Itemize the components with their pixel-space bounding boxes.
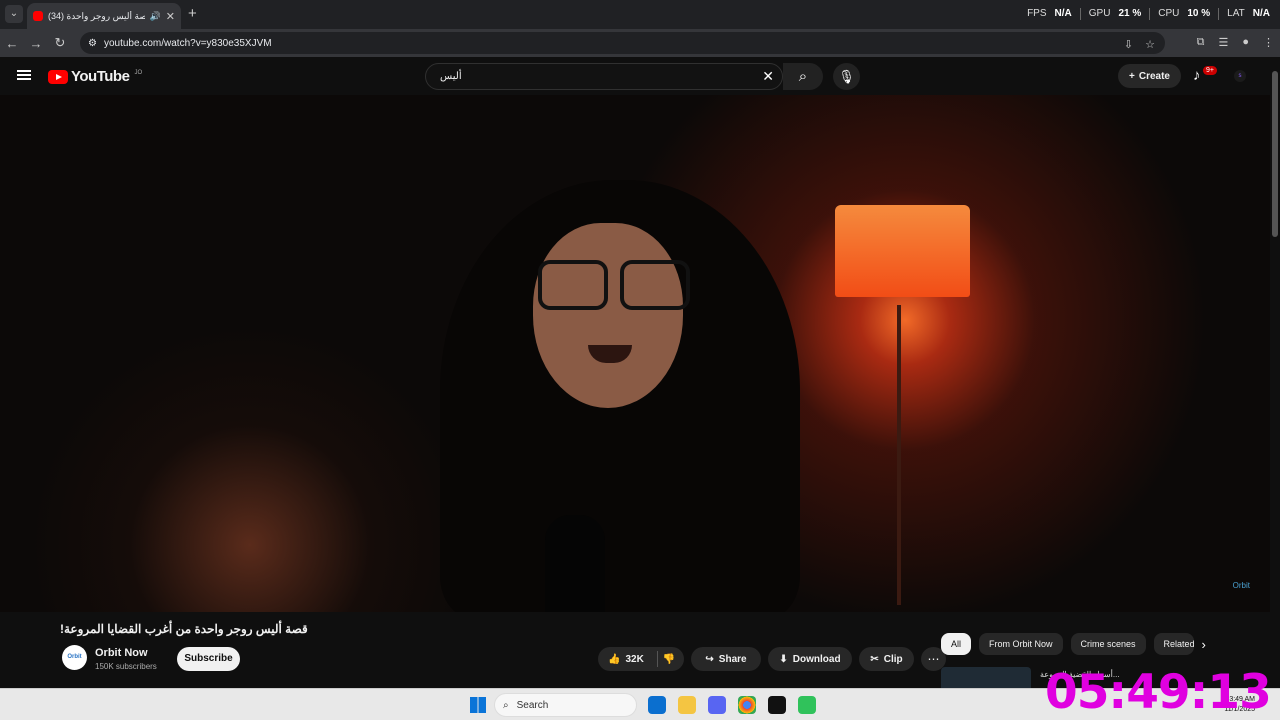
account-avatar[interactable]: s (1234, 70, 1246, 82)
audio-playing-icon[interactable]: 🔊 (150, 11, 161, 22)
country-code: JO (134, 69, 143, 76)
channel-avatar[interactable]: Orbit (62, 645, 87, 670)
cpu-value: 10 % (1187, 8, 1211, 19)
search-button[interactable]: ⌕ (783, 63, 823, 90)
overlay-clock: 05:49:13 (1045, 665, 1272, 720)
plus-icon: + (1129, 70, 1135, 82)
site-info-icon[interactable]: ⚙ (88, 38, 97, 49)
install-app-icon[interactable]: ⇩ (1124, 38, 1133, 51)
presenter-image (360, 155, 900, 612)
terminal-icon[interactable] (768, 696, 786, 714)
reading-list-icon[interactable]: ☰ (1218, 36, 1228, 49)
share-label: Share (718, 653, 747, 665)
clip-button[interactable]: ✂ Clip (859, 647, 914, 671)
notification-badge: 9+ (1203, 66, 1217, 75)
chip-related[interactable]: Related (1153, 633, 1194, 655)
subscriber-count: 150K subscribers (95, 662, 157, 671)
thumbs-up-icon: 👍 (608, 653, 621, 665)
address-bar[interactable]: ⚙ youtube.com/watch?v=y830e35XJVM ⇩ ☆ (80, 32, 1165, 54)
chip-from-orbit-now[interactable]: From Orbit Now (979, 633, 1063, 655)
tab-title: (34) قصة أليس روجر واحدة ... (48, 10, 145, 21)
menu-icon[interactable] (17, 70, 31, 80)
taskbar-apps (648, 696, 816, 714)
forward-icon[interactable]: → (24, 36, 48, 51)
channel-name[interactable]: Orbit Now (95, 647, 148, 659)
search-input[interactable]: أليس ✕ (425, 63, 783, 90)
download-button[interactable]: ⬇ Download (768, 647, 852, 671)
chevron-right-icon[interactable]: › (1202, 637, 1206, 652)
notifications-bell-icon[interactable]: ♪ (1193, 67, 1201, 84)
cpu-label: CPU (1158, 8, 1180, 19)
file-explorer-icon[interactable] (678, 696, 696, 714)
new-tab-button[interactable]: + (188, 5, 197, 22)
extensions-icon[interactable]: ⧉ (1197, 36, 1205, 49)
share-icon: ↪ (705, 653, 714, 665)
windows-start-icon[interactable] (470, 697, 486, 713)
like-count: 32K (625, 653, 644, 665)
active-tab[interactable]: (34) قصة أليس روجر واحدة ... 🔊 ✕ (27, 3, 181, 29)
share-button[interactable]: ↪ Share (691, 647, 761, 671)
performance-overlay: FPS N/A GPU 21 % CPU 10 % LAT N/A (1027, 8, 1270, 20)
close-tab-icon[interactable]: ✕ (166, 10, 175, 23)
browser-tab-strip: ⌄ (34) قصة أليس روجر واحدة ... 🔊 ✕ + FPS… (0, 0, 1280, 29)
search-value: أليس (440, 71, 462, 82)
clip-label: Clip (883, 653, 903, 665)
scrollbar-thumb[interactable] (1272, 71, 1278, 237)
search-icon: ⌕ (503, 699, 509, 711)
divider (1149, 8, 1151, 20)
microphone-shape (545, 515, 605, 612)
channel-watermark: Orbit (1232, 581, 1250, 590)
tab-search-button[interactable]: ⌄ (5, 5, 23, 23)
discord-icon[interactable] (708, 696, 726, 714)
video-title: قصة أليس روجر واحدة من أغرب القضايا المر… (60, 622, 308, 636)
chrome-icon[interactable] (738, 696, 756, 714)
subscribe-button[interactable]: Subscribe (177, 647, 240, 671)
thumbs-down-icon[interactable]: 👎 (663, 654, 675, 665)
create-button[interactable]: + Create (1118, 64, 1181, 88)
voice-search-icon[interactable]: 🎙 (833, 63, 860, 90)
scissors-icon: ✂ (870, 653, 879, 665)
edge-icon[interactable] (648, 696, 666, 714)
taskbar-search-placeholder: Search (516, 699, 549, 711)
bookmark-star-icon[interactable]: ☆ (1145, 38, 1155, 51)
url-text: youtube.com/watch?v=y830e35XJVM (103, 37, 272, 49)
divider (656, 651, 658, 667)
gpu-label: GPU (1088, 8, 1111, 19)
youtube-logo[interactable]: YouTube JO (48, 68, 142, 85)
clear-search-icon[interactable]: ✕ (762, 68, 774, 85)
create-label: Create (1138, 70, 1170, 82)
menu-kebab-icon[interactable]: ⋮ (1263, 36, 1274, 49)
divider (1079, 8, 1081, 20)
face-shape (533, 223, 683, 408)
address-bar-actions: ⇩ ☆ (1114, 32, 1165, 57)
recommendation-chips: All From Orbit Now Crime scenes Related … (941, 633, 1206, 655)
app-icon[interactable] (798, 696, 816, 714)
fps-value: N/A (1054, 8, 1072, 19)
taskbar-search[interactable]: ⌕ Search (494, 693, 637, 717)
browser-tools: ⧉ ☰ ● ⋮ (1197, 36, 1274, 49)
youtube-wordmark: YouTube (71, 68, 130, 85)
back-icon[interactable]: ← (0, 36, 24, 51)
chip-crime-scenes[interactable]: Crime scenes (1070, 633, 1146, 655)
gpu-value: 21 % (1118, 8, 1142, 19)
youtube-play-icon (48, 69, 68, 84)
lat-label: LAT (1227, 8, 1245, 19)
video-actions: 👍 32K 👎 ↪ Share ⬇ Download ✂ Clip ⋯ (598, 647, 946, 671)
youtube-header: YouTube JO أليس ✕ ⌕ 🎙 + Create ♪ 9+ s (0, 57, 1270, 95)
page-scrollbar[interactable] (1270, 57, 1280, 720)
profile-icon[interactable]: ● (1242, 36, 1249, 49)
reload-icon[interactable]: ↻ (48, 35, 72, 51)
chip-all[interactable]: All (941, 633, 972, 655)
fps-label: FPS (1027, 8, 1047, 19)
glasses-shape (538, 260, 698, 310)
download-label: Download (792, 653, 841, 665)
video-player[interactable]: Orbit (0, 95, 1270, 612)
browser-toolbar: ← → ↻ ⚙ youtube.com/watch?v=y830e35XJVM … (0, 29, 1280, 57)
divider (1218, 8, 1220, 20)
like-button[interactable]: 👍 32K 👎 (598, 647, 684, 671)
youtube-favicon-icon (33, 11, 43, 21)
download-icon: ⬇ (779, 653, 788, 665)
lat-value: N/A (1252, 8, 1270, 19)
